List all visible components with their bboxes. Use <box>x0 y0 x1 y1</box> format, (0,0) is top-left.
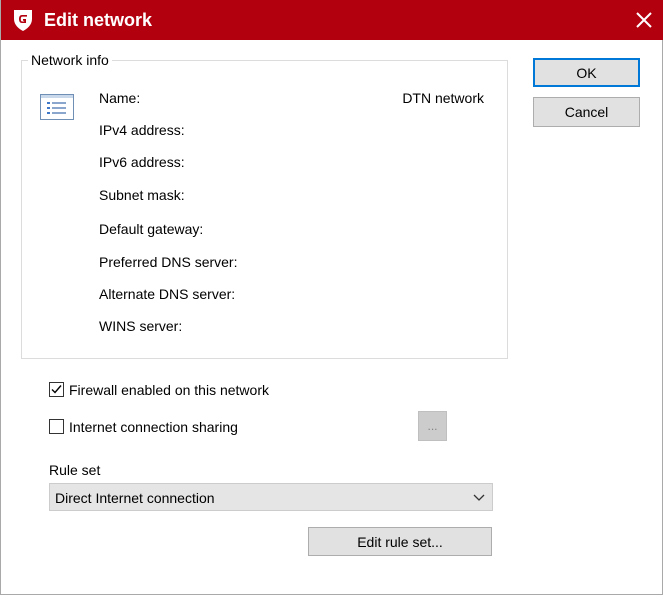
edit-rule-set-button[interactable]: Edit rule set... <box>308 527 492 556</box>
subnet-mask-label: Subnet mask: <box>99 187 185 203</box>
checkmark-icon <box>51 385 62 394</box>
alternate-dns-label: Alternate DNS server: <box>99 286 236 302</box>
network-list-icon <box>40 94 74 120</box>
default-gateway-label: Default gateway: <box>99 221 204 237</box>
chevron-down-icon <box>473 494 485 501</box>
close-icon <box>636 12 652 28</box>
ipv6-label: IPv6 address: <box>99 154 185 170</box>
firewall-checkbox[interactable] <box>49 382 64 397</box>
rule-set-label: Rule set <box>49 462 101 478</box>
cancel-button[interactable]: Cancel <box>533 97 640 127</box>
network-info-legend: Network info <box>31 52 109 68</box>
internet-sharing-checkbox[interactable] <box>49 419 64 434</box>
g-data-shield-icon <box>14 10 32 31</box>
rule-set-dropdown[interactable]: Direct Internet connection <box>49 483 493 511</box>
sharing-settings-button[interactable]: ... <box>418 411 447 441</box>
rule-set-selected: Direct Internet connection <box>55 490 215 506</box>
ok-button[interactable]: OK <box>533 58 640 87</box>
title-bar: Edit network <box>1 0 663 40</box>
firewall-label[interactable]: Firewall enabled on this network <box>69 381 269 399</box>
wins-server-label: WINS server: <box>99 318 183 334</box>
edit-network-dialog: Edit network Network info Name: DTN netw… <box>0 0 663 595</box>
internet-sharing-label[interactable]: Internet connection sharing <box>69 418 238 436</box>
name-label: Name: <box>99 90 141 106</box>
ipv4-label: IPv4 address: <box>99 122 185 138</box>
name-value: DTN network <box>402 90 484 106</box>
dialog-title: Edit network <box>44 10 153 30</box>
preferred-dns-label: Preferred DNS server: <box>99 254 238 270</box>
close-button[interactable] <box>624 0 663 40</box>
